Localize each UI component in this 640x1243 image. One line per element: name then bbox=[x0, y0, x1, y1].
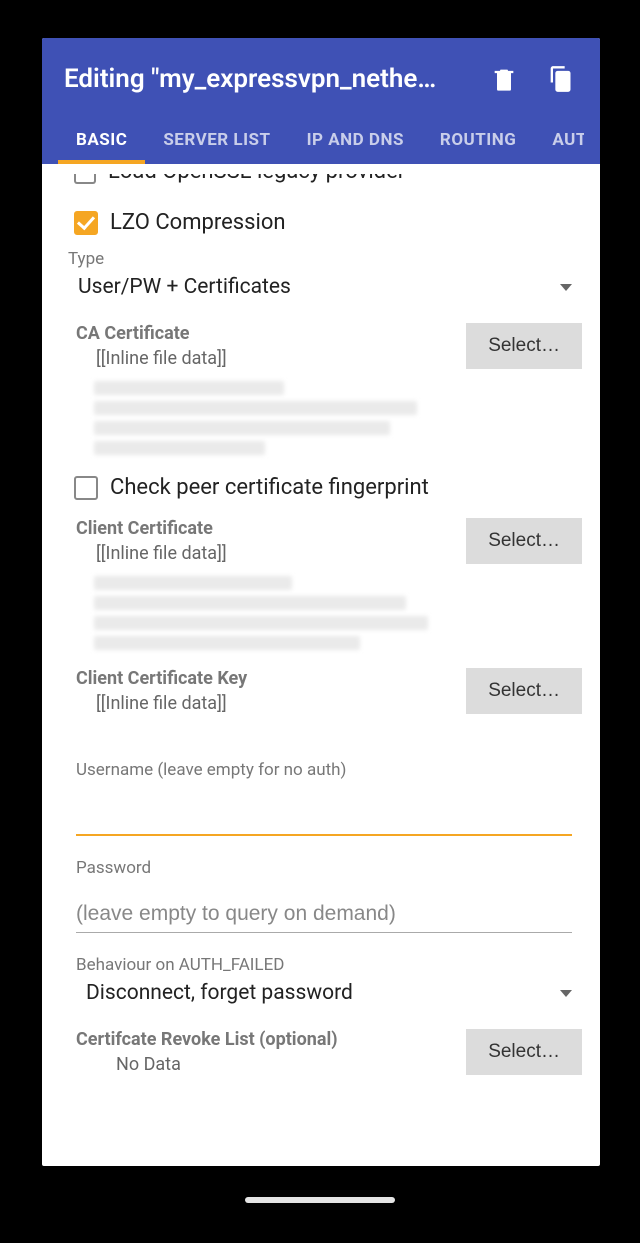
copy-icon[interactable] bbox=[546, 65, 574, 93]
app-screen: Editing "my_expressvpn_nethe… BASIC SERV… bbox=[42, 38, 600, 1166]
password-label: Password bbox=[76, 858, 582, 878]
delete-icon[interactable] bbox=[490, 65, 518, 93]
chevron-down-icon bbox=[560, 990, 572, 997]
tab-auth[interactable]: AUTH bbox=[534, 116, 584, 164]
client-cert-block: Client Certificate Select… [[Inline file… bbox=[60, 518, 582, 650]
lzo-label: LZO Compression bbox=[110, 210, 286, 235]
ca-cert-data-preview bbox=[94, 381, 474, 455]
lzo-checkbox[interactable] bbox=[74, 211, 98, 235]
fingerprint-row[interactable]: Check peer certificate fingerprint bbox=[74, 475, 582, 500]
legacy-provider-label: Load OpenSSL legacy provider bbox=[108, 174, 405, 184]
auth-failed-label: Behaviour on AUTH_FAILED bbox=[76, 955, 582, 975]
type-dropdown[interactable]: User/PW + Certificates bbox=[60, 271, 582, 305]
fingerprint-checkbox[interactable] bbox=[74, 476, 98, 500]
ca-cert-block: CA Certificate Select… [[Inline file dat… bbox=[60, 323, 582, 455]
chevron-down-icon bbox=[560, 284, 572, 291]
content-area: Load OpenSSL legacy provider LZO Compres… bbox=[42, 164, 600, 1142]
client-cert-data-preview bbox=[94, 576, 474, 650]
tab-basic[interactable]: BASIC bbox=[58, 116, 145, 164]
username-label: Username (leave empty for no auth) bbox=[76, 760, 582, 780]
crl-select-button[interactable]: Select… bbox=[466, 1029, 582, 1075]
home-indicator[interactable] bbox=[245, 1197, 395, 1203]
ca-cert-select-button[interactable]: Select… bbox=[466, 323, 582, 369]
fingerprint-label: Check peer certificate fingerprint bbox=[110, 475, 429, 500]
tab-bar: BASIC SERVER LIST IP AND DNS ROUTING AUT… bbox=[58, 116, 584, 164]
app-bar: Editing "my_expressvpn_nethe… BASIC SERV… bbox=[42, 38, 600, 164]
username-input[interactable] bbox=[76, 786, 572, 836]
type-label: Type bbox=[68, 249, 582, 269]
legacy-provider-row[interactable]: Load OpenSSL legacy provider bbox=[74, 174, 582, 196]
auth-failed-dropdown[interactable]: Disconnect, forget password bbox=[60, 977, 582, 1011]
client-key-block: Client Certificate Key Select… [[Inline … bbox=[60, 668, 582, 714]
crl-block: Certifcate Revoke List (optional) Select… bbox=[60, 1029, 582, 1075]
auth-failed-value: Disconnect, forget password bbox=[86, 981, 353, 1005]
legacy-provider-checkbox[interactable] bbox=[74, 174, 96, 184]
tab-server-list[interactable]: SERVER LIST bbox=[145, 116, 288, 164]
page-title: Editing "my_expressvpn_nethe… bbox=[64, 64, 436, 94]
type-value: User/PW + Certificates bbox=[78, 275, 291, 299]
lzo-row[interactable]: LZO Compression bbox=[74, 210, 582, 235]
tab-ip-dns[interactable]: IP AND DNS bbox=[289, 116, 422, 164]
tab-routing[interactable]: ROUTING bbox=[422, 116, 534, 164]
password-input[interactable] bbox=[76, 884, 572, 933]
client-key-select-button[interactable]: Select… bbox=[466, 668, 582, 714]
client-cert-select-button[interactable]: Select… bbox=[466, 518, 582, 564]
